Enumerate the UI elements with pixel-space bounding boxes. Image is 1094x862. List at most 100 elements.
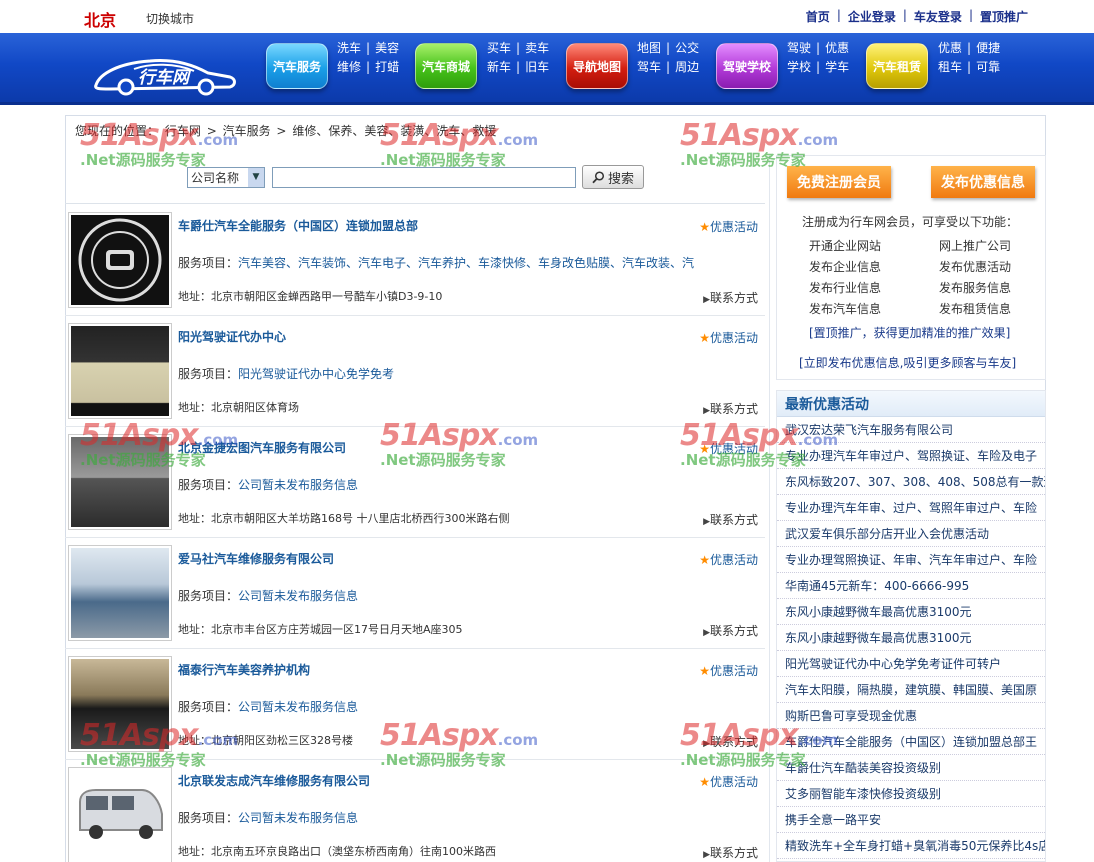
promo-item[interactable]: 购斯巴鲁可享受现金优惠 bbox=[777, 703, 1045, 729]
promo-item[interactable]: 东风标致207、307、308、408、508总有一款适合 bbox=[777, 469, 1045, 495]
promo-link[interactable]: ★优惠活动 bbox=[699, 773, 758, 790]
service-value[interactable]: 汽车美容、汽车装饰、汽车电子、汽车养护、车漆快修、车身改色贴膜、汽车改装、汽 bbox=[238, 256, 694, 270]
company-name[interactable]: 阳光驾驶证代办中心 bbox=[178, 328, 286, 345]
nav-link-driving[interactable]: 驾驶 bbox=[787, 41, 811, 55]
contact-link[interactable]: ▶联系方式 bbox=[703, 511, 758, 528]
company-thumbnail[interactable] bbox=[68, 434, 172, 530]
company-thumbnail[interactable] bbox=[68, 545, 172, 641]
promo-item[interactable]: 车爵仕汽车全能服务（中国区）连锁加盟总部王 bbox=[777, 729, 1045, 755]
separator: | bbox=[902, 8, 907, 22]
promo-item[interactable]: 专业办理汽车年审过户、驾照换证、车险及电子 bbox=[777, 443, 1045, 469]
nav-link-map[interactable]: 地图 bbox=[637, 41, 661, 55]
user-login-link[interactable]: 车友登录 bbox=[914, 8, 962, 25]
nav-link-convenient[interactable]: 便捷 bbox=[976, 41, 1000, 55]
nav-link-discount[interactable]: 优惠 bbox=[825, 41, 849, 55]
company-thumbnail[interactable] bbox=[68, 767, 172, 862]
nav-car-rental-button[interactable]: 汽车租赁 bbox=[866, 43, 928, 89]
promo-item[interactable]: 东风小康越野微车最高优惠3100元 bbox=[777, 625, 1045, 651]
promo-label: 优惠活动 bbox=[709, 553, 758, 567]
promo-link[interactable]: ★优惠活动 bbox=[699, 218, 758, 235]
promo-item[interactable]: 阳光驾驶证代办中心免学免考证件可转户 bbox=[777, 651, 1045, 677]
search-button[interactable]: 搜索 bbox=[582, 165, 644, 189]
nav-link-nearby[interactable]: 周边 bbox=[675, 60, 699, 74]
nav-link-new[interactable]: 新车 bbox=[487, 60, 511, 74]
search-icon bbox=[592, 170, 605, 183]
triangle-right-icon: ▶ bbox=[703, 517, 710, 527]
address-value: 北京市朝阳区大羊坊路168号 十八里店北桥西行300米路右侧 bbox=[211, 512, 510, 525]
search-button-label: 搜索 bbox=[607, 171, 634, 187]
service-label: 服务项目： bbox=[178, 811, 239, 825]
nav-driving-school-button[interactable]: 驾驶学校 bbox=[716, 43, 778, 89]
nav-map-links: 地图 | 公交 驾车 | 周边 bbox=[637, 41, 700, 74]
promo-item[interactable]: 艾多丽智能车漆快修投资级别 bbox=[777, 781, 1045, 807]
promo-item[interactable]: 专业办理驾照换证、年审、汽车年审过户、车险 bbox=[777, 547, 1045, 573]
contact-link[interactable]: ▶联系方式 bbox=[703, 844, 758, 861]
promo-item[interactable]: 精致洗车+全车身打蜡+臭氧消毒50元保养比4s店 bbox=[777, 833, 1045, 859]
top-promotion-link[interactable]: 置顶推广 bbox=[980, 8, 1028, 25]
home-link[interactable]: 首页 bbox=[806, 8, 830, 25]
service-value[interactable]: 公司暂未发布服务信息 bbox=[238, 589, 358, 603]
promo-item[interactable]: 专业办理汽车年审、过户、驾照年审过户、车险 bbox=[777, 495, 1045, 521]
contact-link[interactable]: ▶联系方式 bbox=[703, 289, 758, 306]
contact-link[interactable]: ▶联系方式 bbox=[703, 733, 758, 750]
nav-link-learn[interactable]: 学车 bbox=[825, 60, 849, 74]
nav-link-sell[interactable]: 卖车 bbox=[525, 41, 549, 55]
nav-auto-service-button[interactable]: 汽车服务 bbox=[266, 43, 328, 89]
service-value[interactable]: 公司暂未发布服务信息 bbox=[238, 700, 358, 714]
promo-item[interactable]: 武汉宏达荣飞汽车服务有限公司 bbox=[777, 417, 1045, 443]
company-name[interactable]: 北京金捷宏图汽车服务有限公司 bbox=[178, 439, 346, 456]
nav-link-reliable[interactable]: 可靠 bbox=[976, 60, 1000, 74]
nav-auto-mall-button[interactable]: 汽车商城 bbox=[415, 43, 477, 89]
promo-item[interactable]: 武汉爱车俱乐部分店开业入会优惠活动 bbox=[777, 521, 1045, 547]
company-thumbnail[interactable] bbox=[68, 212, 172, 308]
search-type-select[interactable]: 公司名称 ▼ bbox=[187, 166, 265, 188]
company-thumbnail[interactable] bbox=[68, 323, 172, 419]
nav-link-beauty[interactable]: 美容 bbox=[375, 41, 399, 55]
breadcrumb-home[interactable]: 行车网 bbox=[163, 124, 203, 138]
nav-auto-service-links: 洗车 | 美容 维修 | 打蜡 bbox=[337, 41, 400, 74]
service-value[interactable]: 公司暂未发布服务信息 bbox=[238, 478, 358, 492]
company-name[interactable]: 福泰行汽车美容养护机构 bbox=[178, 661, 310, 678]
promo-item[interactable]: 东风小康越野微车最高优惠3100元 bbox=[777, 599, 1045, 625]
company-name[interactable]: 车爵仕汽车全能服务（中国区）连锁加盟总部 bbox=[178, 217, 418, 234]
nav-link-used[interactable]: 旧车 bbox=[525, 60, 549, 74]
nav-link-school[interactable]: 学校 bbox=[787, 60, 811, 74]
nav-link-wax[interactable]: 打蜡 bbox=[375, 60, 399, 74]
top-promotion-cta[interactable]: [置顶推广，获得更加精准的推广效果] bbox=[809, 324, 1010, 341]
nav-link-repair[interactable]: 维修 bbox=[337, 60, 361, 74]
publish-offer-button[interactable]: 发布优惠信息 bbox=[931, 166, 1035, 198]
nav-link-rent[interactable]: 租车 bbox=[938, 60, 962, 74]
nav-link-wash[interactable]: 洗车 bbox=[337, 41, 361, 55]
address-label: 地址： bbox=[178, 401, 211, 414]
company-thumbnail[interactable] bbox=[68, 656, 172, 752]
contact-link[interactable]: ▶联系方式 bbox=[703, 400, 758, 417]
promo-item[interactable]: 车爵仕汽车酷装美容投资级别 bbox=[777, 755, 1045, 781]
promo-link[interactable]: ★优惠活动 bbox=[699, 551, 758, 568]
nav-link-drive[interactable]: 驾车 bbox=[637, 60, 661, 74]
company-name[interactable]: 北京联发志成汽车维修服务有限公司 bbox=[178, 772, 370, 789]
address-value: 北京市丰台区方庄芳城园一区17号日月天地A座305 bbox=[211, 623, 463, 636]
register-member-button[interactable]: 免费注册会员 bbox=[787, 166, 891, 198]
feature-item: 发布租赁信息 bbox=[939, 302, 1012, 316]
contact-link[interactable]: ▶联系方式 bbox=[703, 622, 758, 639]
promo-item[interactable]: 华南通45元新车：400-6666-995 bbox=[777, 573, 1045, 599]
company-login-link[interactable]: 企业登录 bbox=[848, 8, 896, 25]
promo-item[interactable]: 汽车太阳膜，隔热膜，建筑膜、韩国膜、美国原 bbox=[777, 677, 1045, 703]
promo-label: 优惠活动 bbox=[709, 664, 758, 678]
search-input[interactable] bbox=[272, 166, 576, 188]
promo-link[interactable]: ★优惠活动 bbox=[699, 329, 758, 346]
promo-item[interactable]: 携手全意一路平安 bbox=[777, 807, 1045, 833]
service-value[interactable]: 阳光驾驶证代办中心免学免考 bbox=[238, 367, 394, 381]
promo-link[interactable]: ★优惠活动 bbox=[699, 440, 758, 457]
company-name[interactable]: 爱马社汽车维修服务有限公司 bbox=[178, 550, 334, 567]
service-value[interactable]: 公司暂未发布服务信息 bbox=[238, 811, 358, 825]
site-logo[interactable]: 行车网 bbox=[90, 47, 240, 97]
nav-link-offer[interactable]: 优惠 bbox=[938, 41, 962, 55]
switch-city-link[interactable]: 切换城市 bbox=[146, 10, 194, 27]
nav-link-bus[interactable]: 公交 bbox=[675, 41, 699, 55]
nav-link-buy[interactable]: 买车 bbox=[487, 41, 511, 55]
breadcrumb-auto-service[interactable]: 汽车服务 bbox=[221, 124, 273, 138]
publish-offer-cta[interactable]: [立即发布优惠信息,吸引更多顾客与车友] bbox=[799, 354, 1016, 371]
nav-map-button[interactable]: 导航地图 bbox=[566, 43, 628, 89]
promo-link[interactable]: ★优惠活动 bbox=[699, 662, 758, 679]
